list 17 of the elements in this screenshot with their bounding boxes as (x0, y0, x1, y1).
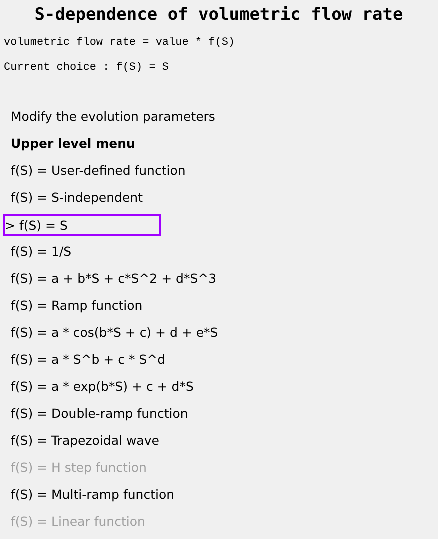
menu-item[interactable]: Upper level menu (0, 134, 136, 154)
menu-item[interactable]: > f(S) = S (3, 214, 161, 236)
menu-item[interactable]: f(S) = User-defined function (0, 160, 186, 180)
menu-item[interactable]: f(S) = a * S^b + c * S^d (0, 350, 166, 370)
menu-item[interactable]: f(S) = Multi-ramp function (0, 484, 175, 504)
info-line: Current choice : f(S) = S (3, 61, 170, 76)
menu-item[interactable]: f(S) = a * cos(b*S + c) + d + e*S (0, 322, 218, 342)
menu-item[interactable]: f(S) = a + b*S + c*S^2 + d*S^3 (0, 268, 217, 288)
menu-item[interactable]: f(S) = Ramp function (0, 296, 143, 316)
menu-item[interactable]: f(S) = S-independent (0, 188, 143, 208)
menu-item[interactable]: f(S) = 1/S (0, 242, 72, 262)
menu-item[interactable]: f(S) = Trapezoidal wave (0, 430, 160, 450)
screen-title: S-dependence of volumetric flow rate (34, 4, 404, 27)
menu-item[interactable]: f(S) = Double-ramp function (0, 404, 188, 424)
menu-item[interactable]: f(S) = a * exp(b*S) + c + d*S (0, 376, 194, 396)
menu-item[interactable]: Modify the evolution parameters (0, 106, 216, 126)
info-line: volumetric flow rate = value * f(S) (3, 36, 236, 51)
